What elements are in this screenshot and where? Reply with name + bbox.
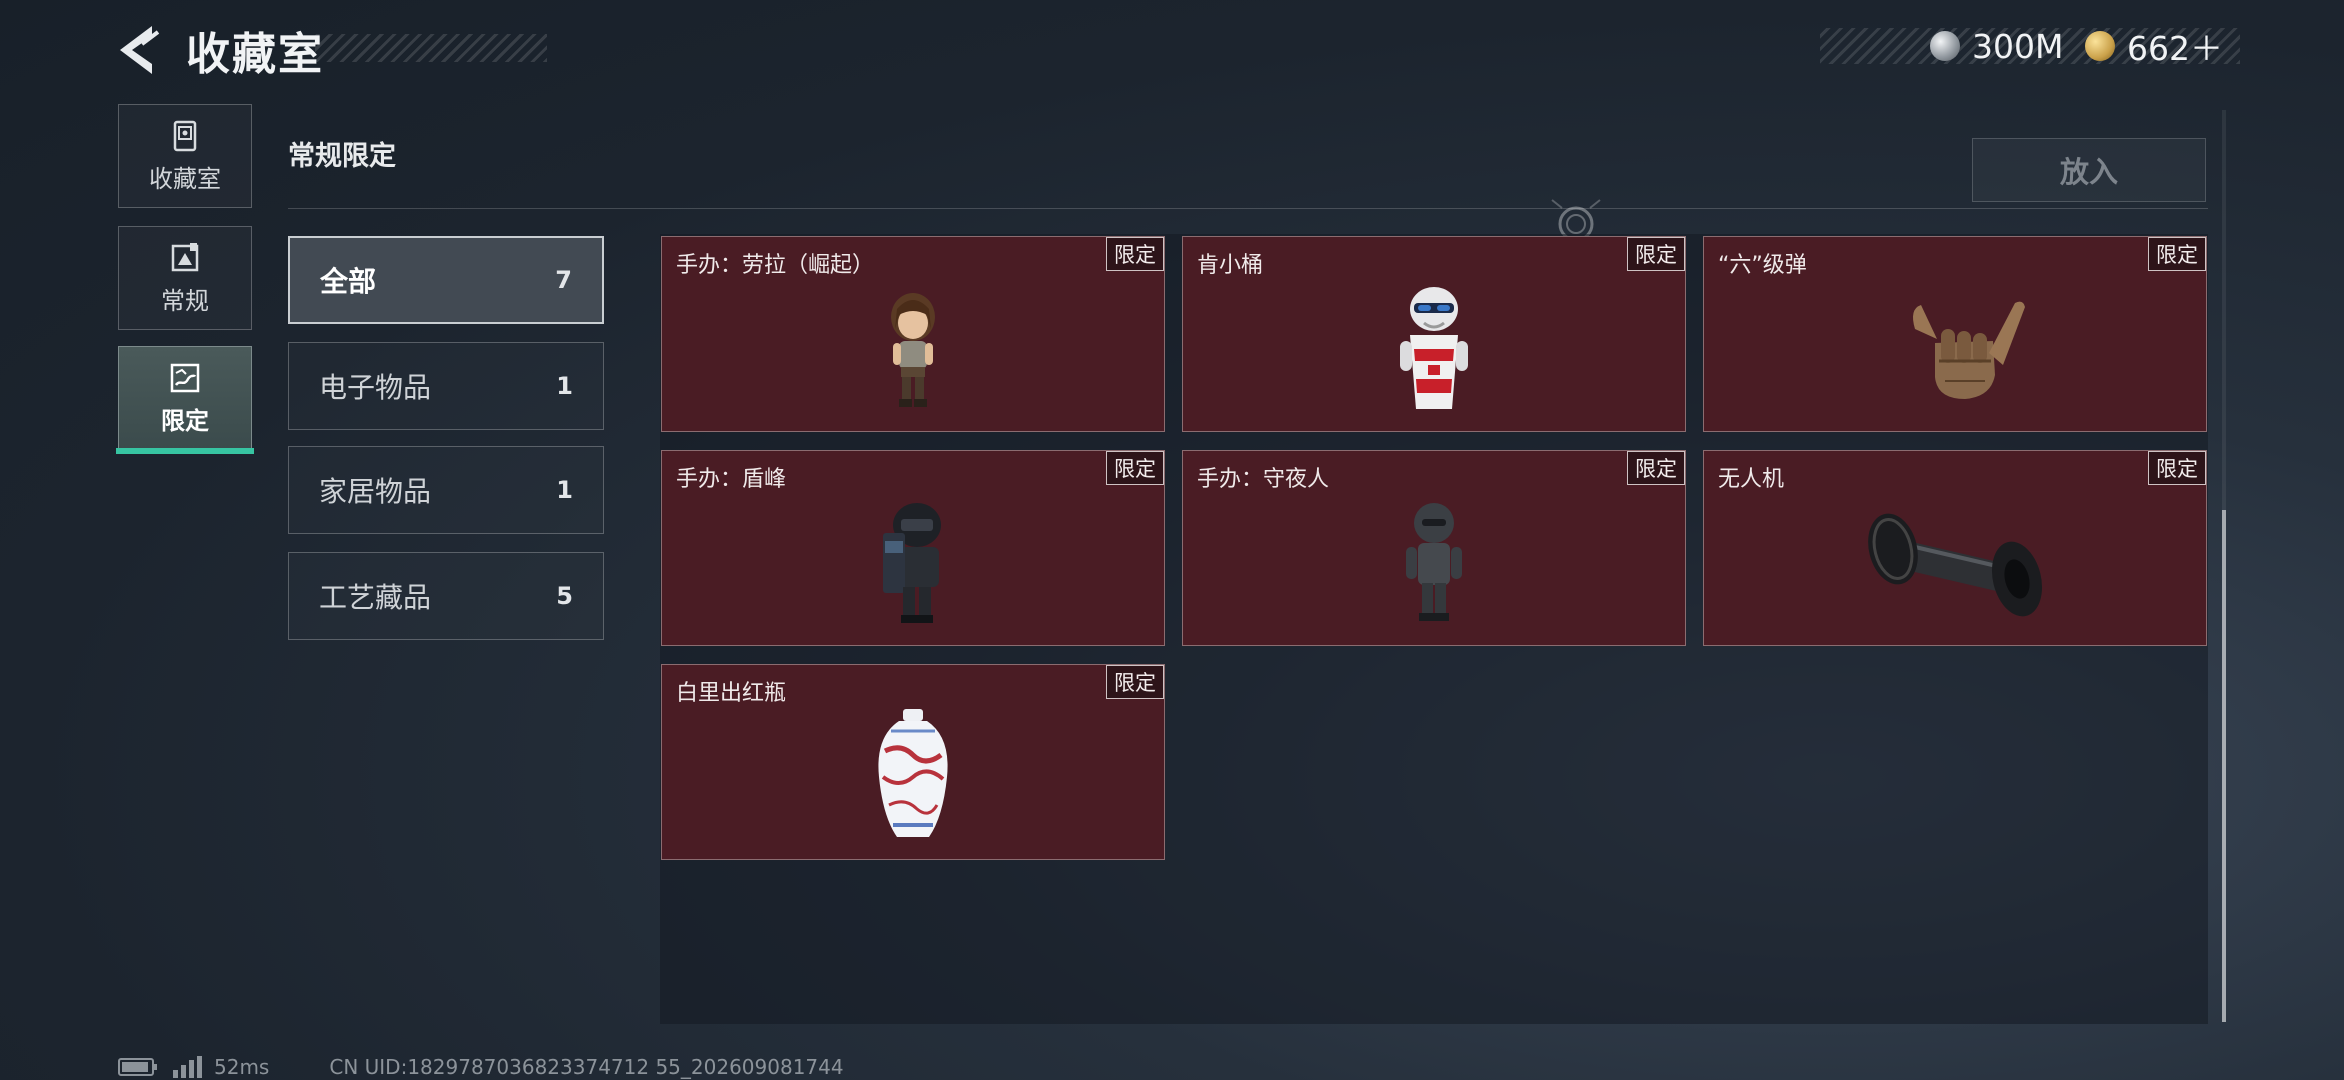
currency-gold-value: 662＋: [2127, 29, 2223, 68]
section-title: 常规限定: [288, 141, 396, 172]
limited-badge: 限定: [2148, 237, 2206, 271]
category-count: 1: [556, 372, 573, 400]
active-tab-indicator: [116, 448, 254, 454]
sidebar-tab-label: 常规: [161, 286, 209, 315]
limited-badge: 限定: [1627, 237, 1685, 271]
item-name: 无人机: [1718, 467, 1785, 492]
category-crafts[interactable]: 工艺藏品 5: [288, 552, 604, 640]
currency-silver: 300M: [1930, 24, 2063, 68]
category-count: 7: [555, 266, 572, 294]
signal-icon: [173, 1056, 202, 1078]
lara-figure-icon: [891, 293, 935, 407]
item-name: 肯小桶: [1197, 253, 1264, 278]
item-card-bucket[interactable]: 肯小桶 限定: [1182, 236, 1686, 432]
item-name: 手办：盾峰: [676, 467, 787, 492]
item-name: 白里出红瓶: [676, 681, 787, 706]
currency-gold[interactable]: 662＋: [2085, 24, 2223, 68]
silver-coin-icon: [1930, 31, 1960, 61]
limited-badge: 限定: [1627, 451, 1685, 485]
bucket-mascot-icon: [1400, 287, 1468, 409]
category-label: 工艺藏品: [319, 581, 432, 614]
item-card-night-watcher[interactable]: 手办：守夜人 限定: [1182, 450, 1686, 646]
category-count: 1: [556, 476, 573, 504]
sidebar-tab-collection-room[interactable]: 收藏室: [118, 104, 252, 208]
sidebar-tab-regular[interactable]: 常规: [118, 226, 252, 330]
uid-text: CN UID:1829787036823374712 55_2026090817…: [329, 1055, 844, 1079]
scrollbar-thumb[interactable]: [2222, 510, 2226, 1022]
regular-icon: [171, 242, 199, 271]
title-stripe-decoration: [315, 34, 547, 62]
back-arrow-icon[interactable]: [112, 22, 164, 78]
item-card-drone[interactable]: 无人机 限定: [1703, 450, 2207, 646]
limited-badge: 限定: [1106, 665, 1164, 699]
category-label: 全部: [320, 265, 377, 298]
limited-badge: 限定: [1106, 451, 1164, 485]
category-electronics[interactable]: 电子物品 1: [288, 342, 604, 430]
porcelain-vase-icon: [878, 709, 948, 837]
category-home[interactable]: 家居物品 1: [288, 446, 604, 534]
ping-value: 52ms: [214, 1055, 270, 1079]
item-name: “六”级弹: [1718, 253, 1807, 278]
category-label: 电子物品: [319, 371, 432, 404]
category-label: 家居物品: [319, 475, 432, 508]
limited-icon: [170, 363, 200, 392]
page-title: 收藏室: [186, 29, 324, 80]
limited-badge: 限定: [1106, 237, 1164, 271]
status-footer: 52ms CN UID:1829787036823374712 55_20260…: [118, 1054, 844, 1080]
nightwatch-figure-icon: [1406, 503, 1462, 621]
limited-badge: 限定: [2148, 451, 2206, 485]
sidebar-tab-label: 收藏室: [149, 164, 221, 193]
gold-coin-icon: [2085, 31, 2115, 61]
item-card-six-round[interactable]: “六”级弹 限定: [1703, 236, 2207, 432]
battery-icon: [118, 1058, 157, 1076]
sidebar-tab-limited[interactable]: 限定: [118, 346, 252, 450]
hand-gesture-icon: [1913, 301, 2025, 399]
section-divider: [288, 208, 2208, 209]
currency-silver-value: 300M: [1972, 26, 2064, 66]
category-all[interactable]: 全部 7: [288, 236, 604, 324]
item-name: 手办：守夜人: [1197, 467, 1330, 492]
category-count: 5: [556, 582, 573, 610]
sidebar-tab-label: 限定: [161, 406, 209, 435]
drone-roller-icon: [1868, 513, 2043, 617]
collection-room-icon: [173, 120, 197, 151]
item-card-lara[interactable]: 手办：劳拉（崛起） 限定: [661, 236, 1165, 432]
item-card-shield-peak[interactable]: 手办：盾峰 限定: [661, 450, 1165, 646]
item-card-vase[interactable]: 白里出红瓶 限定: [661, 664, 1165, 860]
shield-soldier-figure-icon: [883, 503, 941, 623]
put-in-button[interactable]: 放入: [1972, 138, 2206, 202]
